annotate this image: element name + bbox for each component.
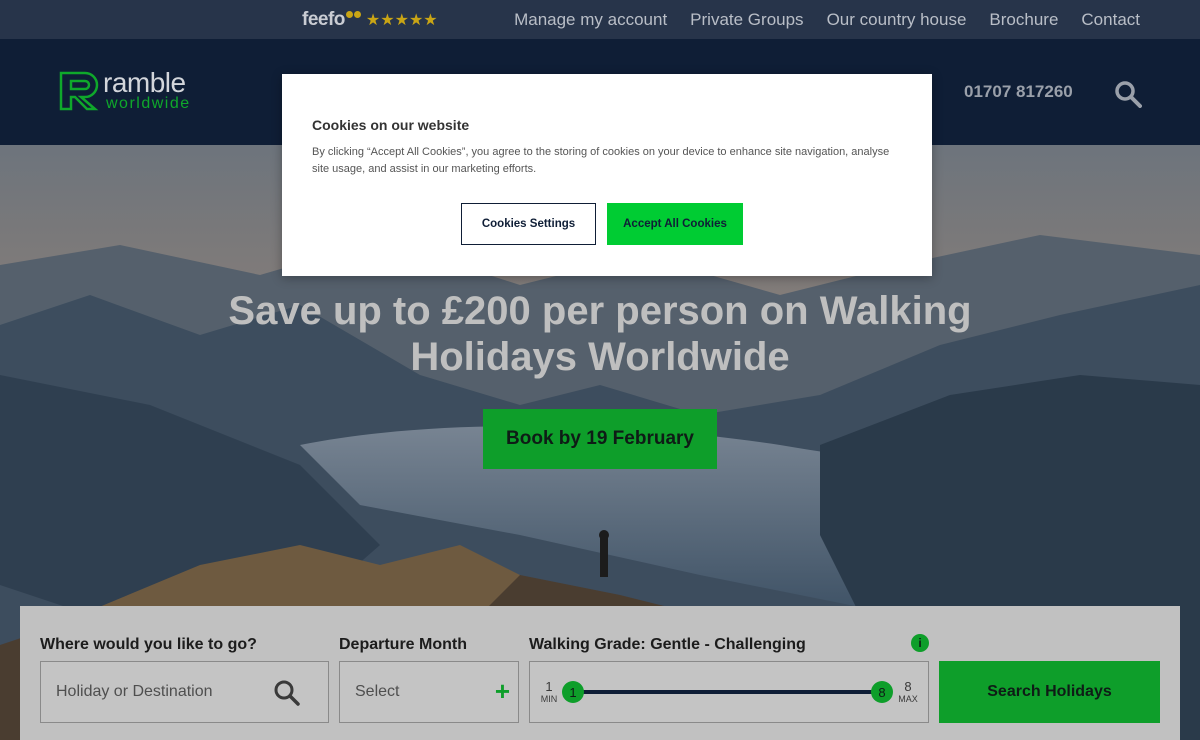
ramble-worldwide-logo[interactable]: ramble worldwide bbox=[59, 67, 209, 113]
cookies-settings-button[interactable]: Cookies Settings bbox=[461, 203, 596, 245]
slider-handle-high[interactable]: 8 bbox=[871, 681, 893, 703]
phone-number[interactable]: 01707 817260 bbox=[964, 82, 1073, 102]
cookie-consent-modal: Cookies on our website By clicking “Acce… bbox=[282, 74, 932, 276]
hero-title: Save up to £200 per person on Walking Ho… bbox=[228, 289, 972, 379]
search-icon[interactable] bbox=[273, 679, 301, 707]
book-cta-button[interactable]: Book by 19 February bbox=[483, 409, 717, 469]
walking-grade-slider[interactable]: 1 MIN 1 8 8 MAX bbox=[529, 661, 929, 723]
top-utility-bar: feefo ★★★★★ Manage my account Private Gr… bbox=[0, 0, 1200, 39]
departure-month-value: Select bbox=[355, 683, 400, 700]
search-icon[interactable] bbox=[1114, 80, 1142, 108]
feefo-logo: feefo bbox=[302, 9, 345, 30]
country-house-link[interactable]: Our country house bbox=[827, 10, 967, 30]
slider-min-label: MIN bbox=[540, 694, 558, 704]
feefo-eyes-icon bbox=[345, 11, 362, 19]
slider-max: 8 MAX bbox=[896, 680, 920, 706]
slider-track[interactable] bbox=[572, 690, 882, 694]
holiday-search-panel: Where would you like to go? Holiday or D… bbox=[20, 606, 1180, 740]
slider-min-value: 1 bbox=[545, 679, 553, 694]
feefo-rating[interactable]: feefo ★★★★★ bbox=[302, 9, 438, 31]
slider-max-value: 8 bbox=[904, 679, 912, 694]
private-groups-link[interactable]: Private Groups bbox=[690, 10, 803, 30]
logo-worldwide-text: worldwide bbox=[106, 95, 191, 112]
destination-label: Where would you like to go? bbox=[40, 636, 257, 653]
brochure-link[interactable]: Brochure bbox=[989, 10, 1058, 30]
departure-month-label: Departure Month bbox=[339, 636, 467, 653]
slider-handle-low[interactable]: 1 bbox=[562, 681, 584, 703]
logo-r-mark-icon bbox=[59, 71, 99, 111]
departure-month-select[interactable]: Select + bbox=[339, 661, 519, 723]
plus-icon: + bbox=[494, 676, 510, 706]
accept-all-cookies-button[interactable]: Accept All Cookies bbox=[607, 203, 743, 245]
top-links: Manage my account Private Groups Our cou… bbox=[514, 0, 1140, 39]
destination-placeholder: Holiday or Destination bbox=[56, 683, 213, 700]
slider-max-label: MAX bbox=[898, 694, 918, 704]
manage-account-link[interactable]: Manage my account bbox=[514, 10, 667, 30]
info-icon[interactable]: i bbox=[911, 634, 929, 652]
slider-min: 1 MIN bbox=[538, 680, 560, 706]
cookie-modal-title: Cookies on our website bbox=[312, 117, 470, 133]
search-holidays-button[interactable]: Search Holidays bbox=[939, 661, 1160, 723]
rating-stars: ★★★★★ bbox=[365, 12, 438, 29]
destination-input[interactable]: Holiday or Destination bbox=[40, 661, 329, 723]
contact-link[interactable]: Contact bbox=[1081, 10, 1140, 30]
cookie-modal-text: By clicking “Accept All Cookies”, you ag… bbox=[312, 146, 890, 175]
walking-grade-label: Walking Grade: Gentle - Challenging bbox=[529, 636, 806, 653]
